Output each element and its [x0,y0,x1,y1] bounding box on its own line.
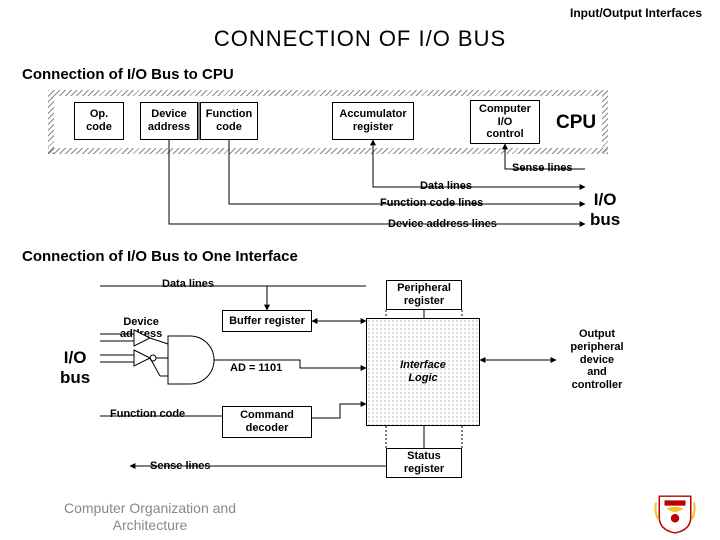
cpu-hatch-left [48,90,54,154]
cpu-hatch-bottom [48,148,608,154]
box-op-code: Op. code [74,102,124,140]
box-output-device: Output peripheral device and controller [558,312,636,408]
section1-heading: Connection of I/O Bus to CPU [22,66,234,83]
label2-ad-eq: AD = 1101 [230,362,282,374]
box-peripheral-register: Peripheral register [386,280,462,310]
section2-heading: Connection of I/O Bus to One Interface [22,248,298,265]
box-accumulator: Accumulator register [332,102,414,140]
box-function-code: Function code [200,102,258,140]
label2-data-lines: Data lines [162,278,214,290]
label2-device-address: Device address [120,316,162,340]
box-buffer-register: Buffer register [222,310,312,332]
box-computer-io-control: Computer I/O control [470,100,540,144]
cpu-hatch-top [48,90,608,96]
label-device-address-lines: Device address lines [388,218,497,230]
label-sense-lines: Sense lines [512,162,573,174]
footer-text: Computer Organization and Architecture [40,500,260,534]
io-bus-label-1: I/O bus [590,190,620,230]
box-command-decoder: Command decoder [222,406,312,438]
page-title: CONNECTION OF I/O BUS [0,26,720,52]
topic-header: Input/Output Interfaces [570,6,702,20]
label2-function-code: Function code [110,408,185,420]
box-status-register: Status register [386,448,462,478]
box-interface-logic: Interface Logic [366,318,480,426]
box-device-address: Device address [140,102,198,140]
crest-logo [654,492,696,534]
label-function-code-lines: Function code lines [380,197,483,209]
cpu-label: CPU [556,112,596,134]
io-bus-label-2: I/O bus [60,348,90,388]
label2-sense-lines: Sense lines [150,460,211,472]
label-data-lines: Data lines [420,180,472,192]
cpu-hatch-right [602,90,608,154]
